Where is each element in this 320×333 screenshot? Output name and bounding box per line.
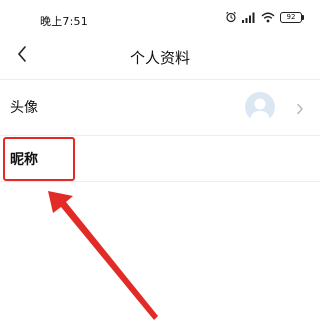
annotation-arrow	[48, 191, 158, 320]
